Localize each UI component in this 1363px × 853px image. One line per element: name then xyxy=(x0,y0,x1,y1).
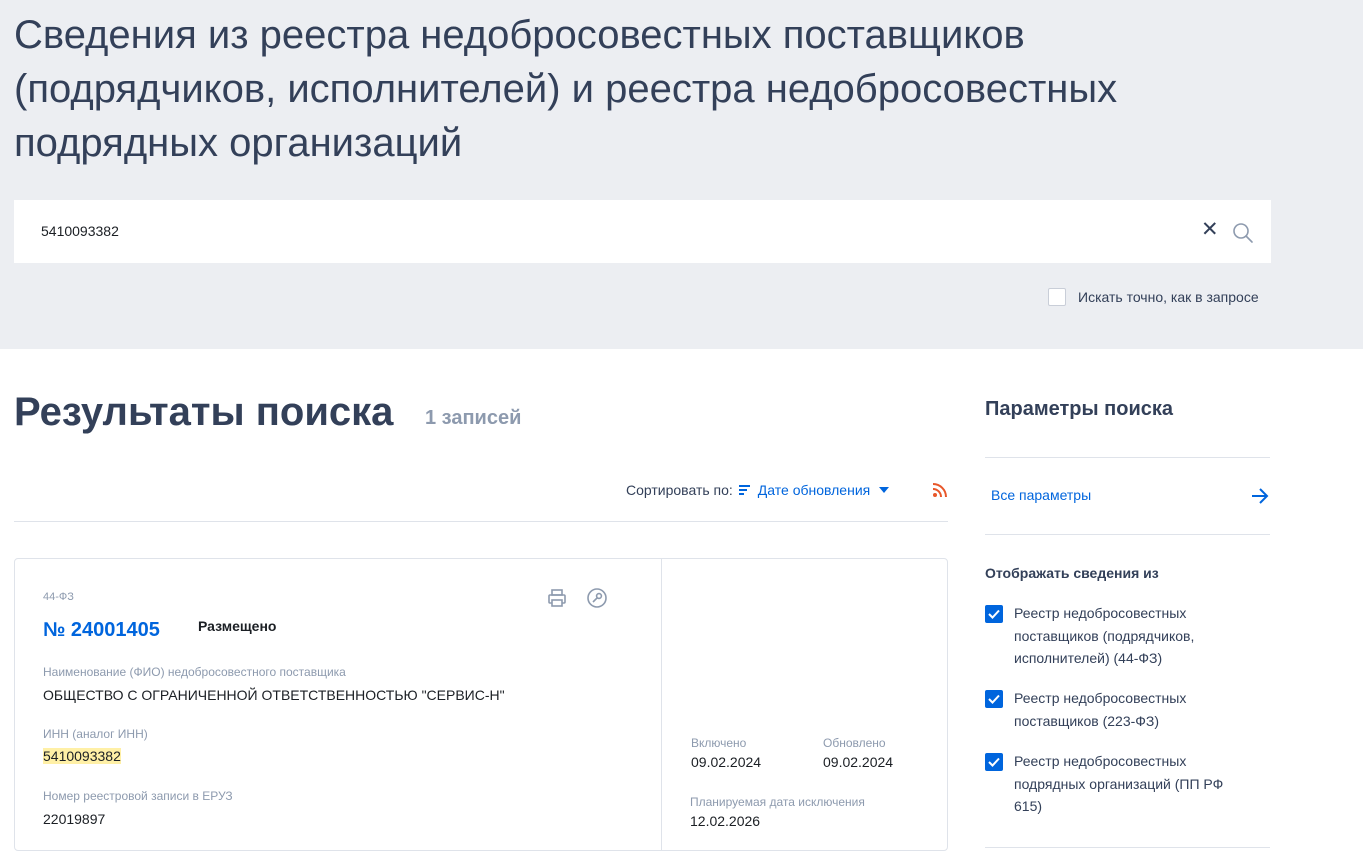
inn-value: 5410093382 xyxy=(43,748,121,764)
divider xyxy=(14,521,948,522)
divider xyxy=(985,457,1270,458)
search-icon[interactable] xyxy=(1232,222,1254,244)
register-option-label: Реестр недобросовестных поставщиков (под… xyxy=(1014,605,1195,666)
result-card: 44-ФЗ № 24001405 Размещено Наименование … xyxy=(14,558,948,851)
sidebar-title: Параметры поиска xyxy=(985,398,1173,420)
register-option-pp615[interactable]: Реестр недобросовестных подрядных органи… xyxy=(985,753,1225,818)
register-option-44fz[interactable]: Реестр недобросовестных поставщиков (под… xyxy=(985,605,1225,670)
status-badge: Размещено xyxy=(198,618,277,634)
search-header: Сведения из реестра недобросовестных пос… xyxy=(0,0,1363,349)
show-from-heading: Отображать сведения из xyxy=(985,565,1159,581)
card-divider xyxy=(661,559,662,850)
register-option-label: Реестр недобросовестных подрядных органи… xyxy=(1014,753,1224,814)
chevron-down-icon[interactable] xyxy=(879,487,890,493)
divider xyxy=(985,847,1270,848)
rss-icon[interactable] xyxy=(933,483,947,497)
supplier-name-label: Наименование (ФИО) недобросовестного пос… xyxy=(43,665,346,679)
registry-number-link[interactable]: № 24001405 xyxy=(43,619,160,642)
law-label: 44-ФЗ xyxy=(43,591,74,603)
check-icon xyxy=(988,757,1000,767)
checkbox-checked[interactable] xyxy=(985,753,1003,771)
results-title: Результаты поиска xyxy=(14,390,394,434)
exclusion-date-label: Планируемая дата исключения xyxy=(690,795,865,809)
included-value: 09.02.2024 xyxy=(691,754,762,770)
inn-label: ИНН (аналог ИНН) xyxy=(43,727,148,741)
key-icon[interactable] xyxy=(586,587,608,609)
checkbox-checked[interactable] xyxy=(985,690,1003,708)
checkbox-checked[interactable] xyxy=(985,605,1003,623)
updated-label: Обновлено xyxy=(823,736,886,750)
exact-search-checkbox[interactable]: Искать точно, как в запросе xyxy=(1048,287,1259,307)
register-option-223fz[interactable]: Реестр недобросовестных поставщиков (223… xyxy=(985,690,1225,732)
updated-value: 09.02.2024 xyxy=(823,754,894,770)
page-title: Сведения из реестра недобросовестных пос… xyxy=(14,13,1118,165)
sort-control[interactable]: Сортировать по: Дате обновления xyxy=(626,481,890,499)
eruz-value: 22019897 xyxy=(43,811,106,827)
search-input-value[interactable]: 5410093382 xyxy=(41,223,119,239)
search-input[interactable]: 5410093382 ✕ xyxy=(14,200,1271,263)
checkbox[interactable] xyxy=(1048,288,1066,306)
supplier-name-value: ОБЩЕСТВО С ОГРАНИЧЕННОЙ ОТВЕТСТВЕННОСТЬЮ… xyxy=(43,687,505,703)
close-icon[interactable]: ✕ xyxy=(1201,219,1219,240)
check-icon xyxy=(988,694,1000,704)
divider xyxy=(985,534,1270,535)
register-option-label: Реестр недобросовестных поставщиков (223… xyxy=(1014,690,1187,729)
sort-icon[interactable] xyxy=(738,485,750,495)
check-icon xyxy=(988,609,1000,619)
eruz-label: Номер реестровой записи в ЕРУЗ xyxy=(43,789,233,803)
exact-search-label: Искать точно, как в запросе xyxy=(1078,289,1259,305)
arrow-right-icon[interactable] xyxy=(1250,486,1270,506)
sort-dropdown[interactable]: Дате обновления xyxy=(758,482,870,498)
sort-label: Сортировать по: xyxy=(626,482,733,498)
print-icon[interactable] xyxy=(546,587,568,609)
results-count: 1 записей xyxy=(425,407,522,429)
included-label: Включено xyxy=(691,736,747,750)
all-params-link[interactable]: Все параметры xyxy=(991,487,1091,503)
exclusion-date-value: 12.02.2026 xyxy=(690,813,761,829)
